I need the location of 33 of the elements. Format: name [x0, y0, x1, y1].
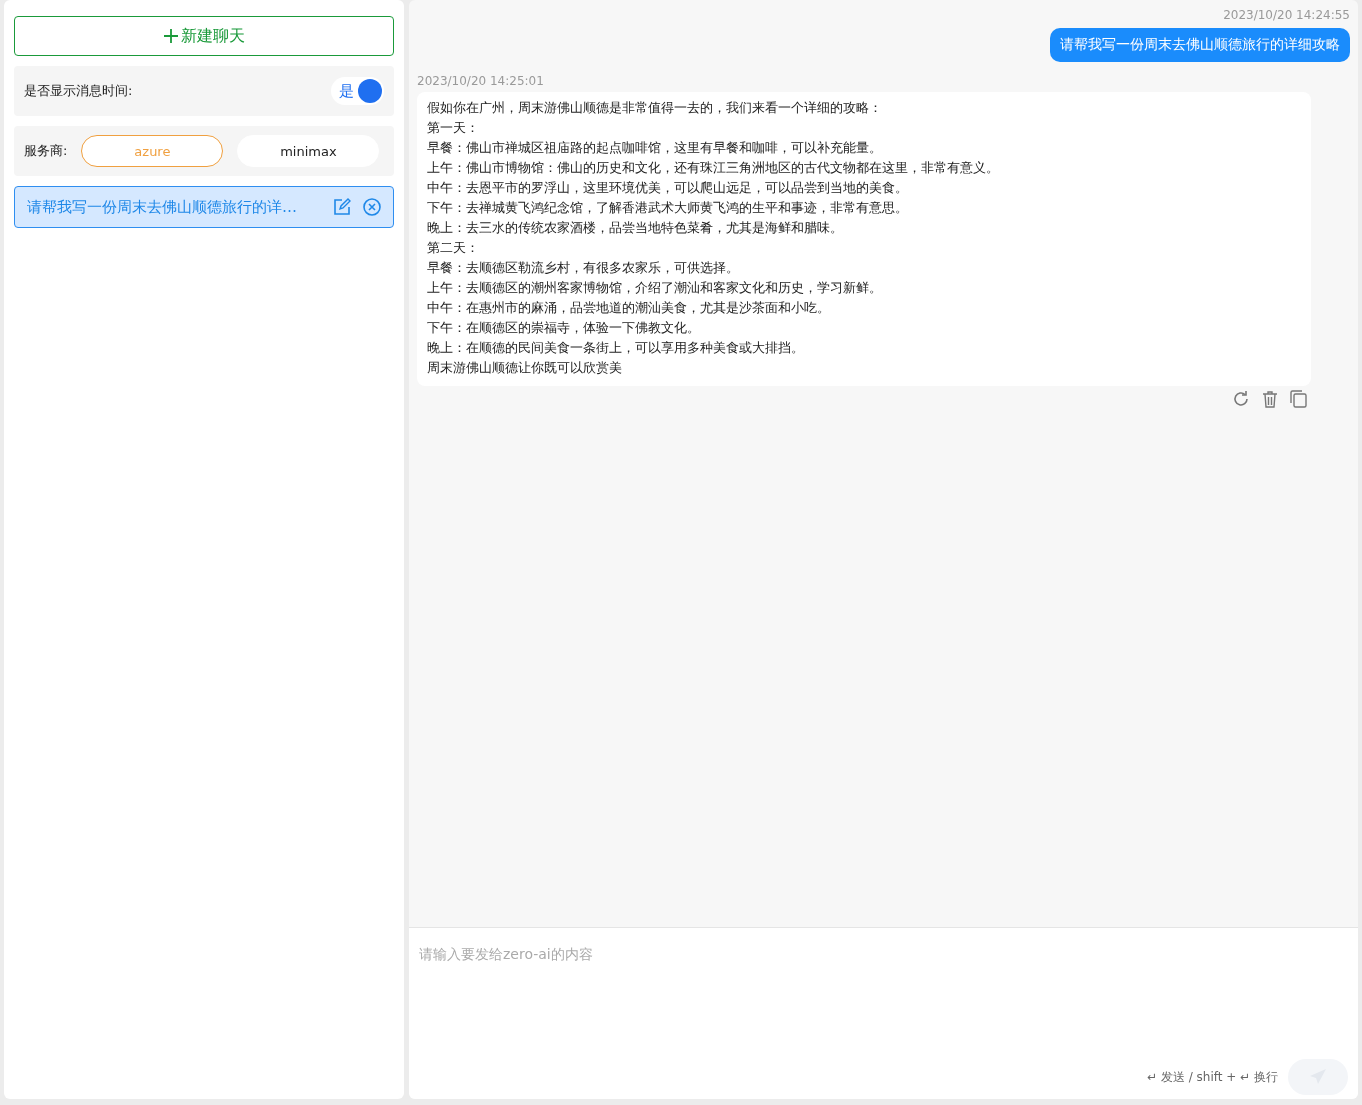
message-line: 下午：去禅城黄飞鸿纪念馆，了解香港武术大师黄飞鸿的生平和事迹，非常有意思。	[427, 199, 909, 217]
provider-option[interactable]: azure	[81, 135, 224, 167]
plus-icon	[163, 28, 179, 44]
message-line: 早餐：佛山市禅城区祖庙路的起点咖啡馆，这里有早餐和咖啡，可以补充能量。	[427, 139, 883, 157]
message-line: 晚上：在顺德的民间美食一条街上，可以享用多种美食或大排挡。	[427, 339, 805, 357]
chat-item[interactable]: 请帮我写一份周末去佛山顺德旅行的详…	[14, 186, 394, 228]
setting-label: 是否显示消息时间:	[24, 82, 133, 100]
message-line: 早餐：去顺德区勒流乡村，有很多农家乐，可供选择。	[427, 259, 740, 277]
message-time: 2023/10/20 14:25:01	[417, 74, 544, 88]
trash-icon[interactable]	[1262, 390, 1278, 408]
message-line: 周末游佛山顺德让你既可以欣赏美	[427, 359, 623, 377]
message-time: 2023/10/20 14:24:55	[1223, 8, 1350, 22]
message-line: 中午：在惠州市的麻涌，品尝地道的潮汕美食，尤其是沙茶面和小吃。	[427, 299, 831, 317]
message-line: 上午：去顺德区的潮州客家博物馆，介绍了潮汕和客家文化和历史，学习新鲜。	[427, 279, 883, 297]
message-line: 第二天：	[427, 239, 480, 257]
message-input[interactable]: 请输入要发给zero-ai的内容	[409, 927, 1358, 1059]
message-line: 上午：佛山市博物馆：佛山的历史和文化，还有珠江三角洲地区的古代文物都在这里，非常有意义。	[427, 159, 1000, 177]
message-line: 下午：在顺德区的崇福寺，体验一下佛教文化。	[427, 319, 701, 337]
close-icon[interactable]	[363, 198, 381, 216]
new-chat-button[interactable]: 新建聊天	[14, 16, 394, 56]
shortcut-hint: ↵ 发送 / shift + ↵ 换行	[1147, 1068, 1278, 1086]
provider-option[interactable]: minimax	[237, 135, 380, 167]
message-line: 中午：去恩平市的罗浮山，这里环境优美，可以爬山远足，可以品尝到当地的美食。	[427, 179, 909, 197]
provider-label: 服务商:	[24, 142, 68, 160]
copy-icon[interactable]	[1290, 390, 1307, 408]
message-line: 假如你在广州，周末游佛山顺德是非常值得一去的，我们来看一个详细的攻略：	[427, 99, 883, 117]
toggle-switch[interactable]: 是	[331, 77, 384, 105]
refresh-icon[interactable]	[1232, 390, 1250, 408]
message-line: 第一天：	[427, 119, 480, 137]
message-line: 晚上：去三水的传统农家酒楼，品尝当地特色菜肴，尤其是海鲜和腊味。	[427, 219, 844, 237]
chat-title: 请帮我写一份周末去佛山顺德旅行的详…	[27, 197, 298, 217]
user-message: 请帮我写一份周末去佛山顺德旅行的详细攻略	[1050, 28, 1350, 62]
edit-icon[interactable]	[333, 198, 351, 216]
